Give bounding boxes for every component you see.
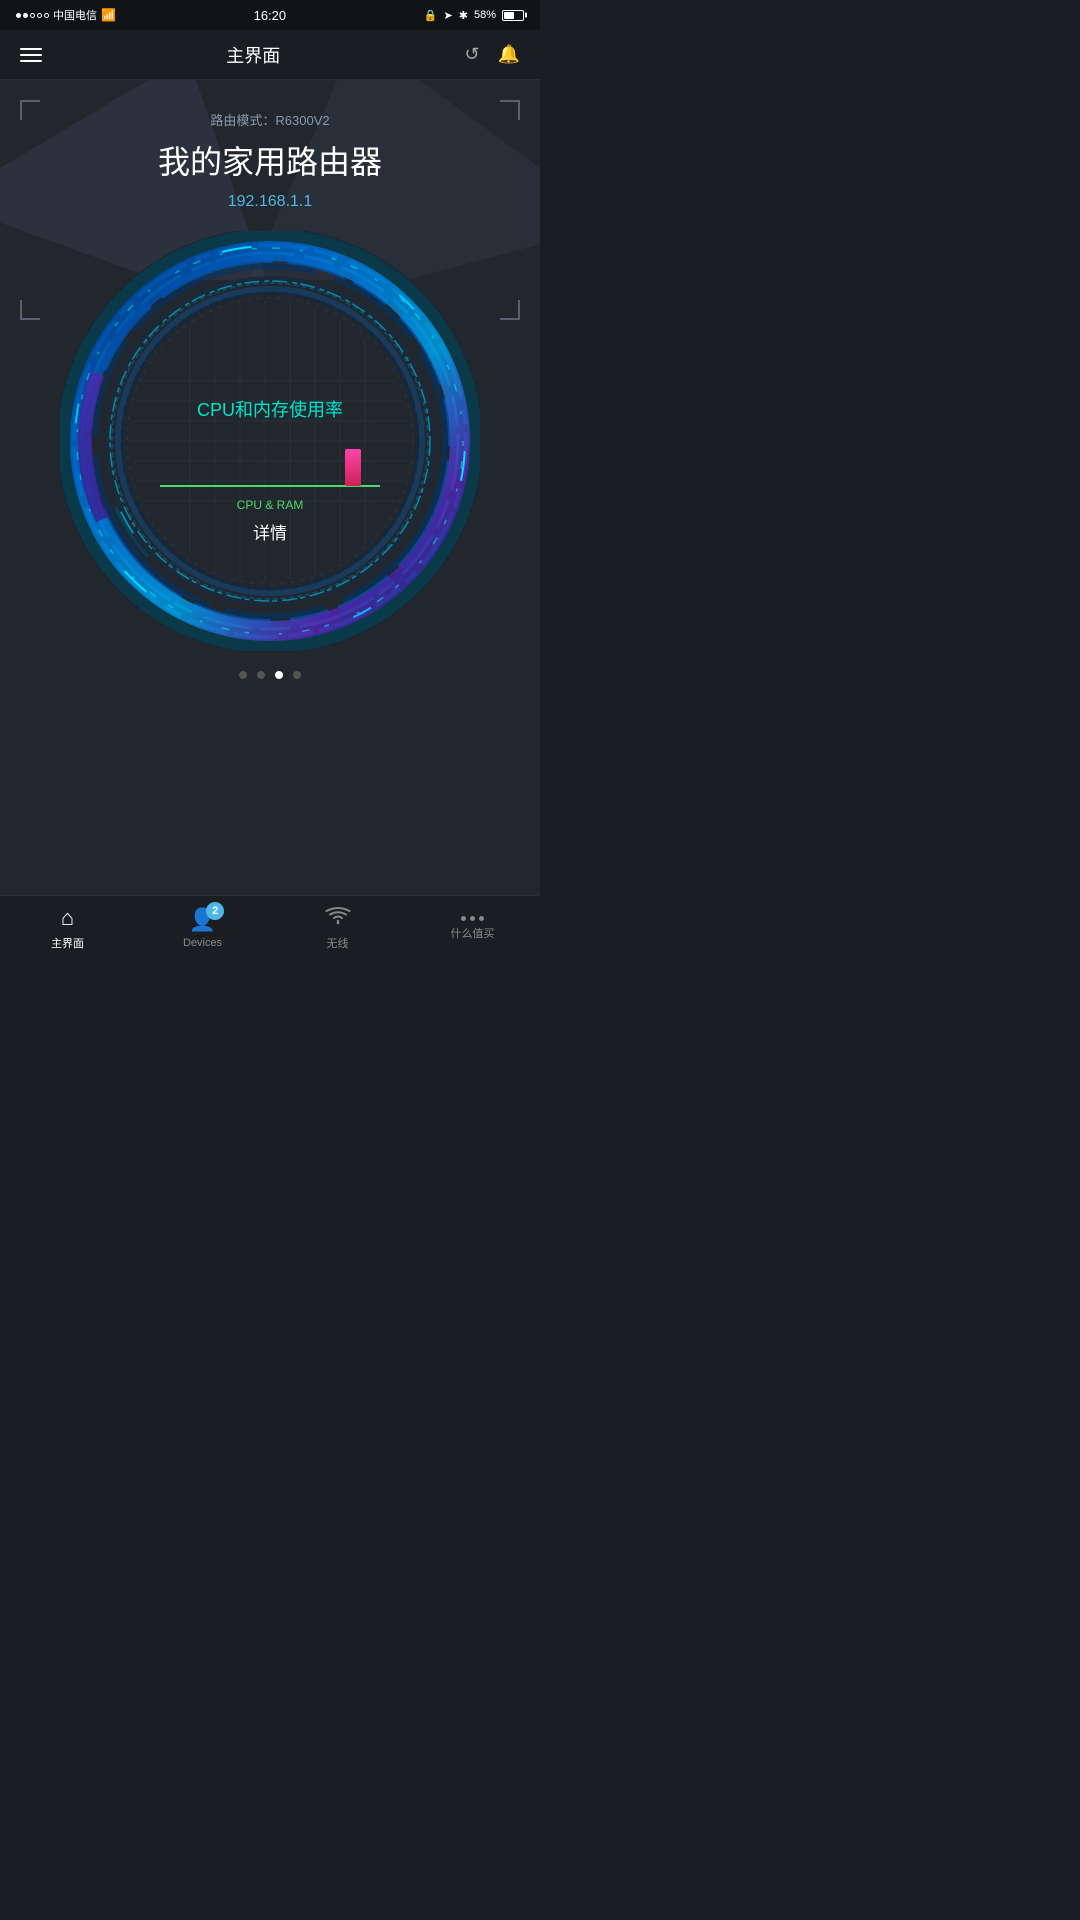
status-right: 🔒 ➤ ✱ 58% — [424, 9, 524, 22]
tab-wireless[interactable]: 无线 — [270, 905, 405, 951]
dot-1 — [16, 13, 21, 18]
tab-more-label: 什么值买 — [451, 925, 495, 941]
status-bar: 中国电信 📶 16:20 🔒 ➤ ✱ 58% — [0, 0, 540, 30]
status-time: 16:20 — [254, 8, 287, 23]
tab-home-label: 主界面 — [51, 935, 84, 951]
refresh-button[interactable]: ↺ — [464, 44, 479, 65]
dot-5 — [44, 13, 49, 18]
dot-2 — [23, 13, 28, 18]
page-dot-3[interactable] — [293, 671, 301, 679]
wifi-status-icon: 📶 — [101, 8, 116, 22]
svg-text:CPU和内存使用率: CPU和内存使用率 — [197, 400, 343, 420]
battery-percent: 58% — [474, 9, 496, 21]
more-dot-1 — [461, 916, 466, 921]
devices-badge: 2 — [206, 902, 224, 920]
page-dot-2-active[interactable] — [275, 671, 283, 679]
menu-line-2 — [20, 54, 42, 56]
location-icon: ➤ — [444, 9, 453, 22]
home-icon: ⌂ — [61, 905, 74, 931]
ring-gauge[interactable]: CPU和内存使用率 CPU & RAM 详情 — [60, 231, 480, 651]
router-ip: 192.168.1.1 — [0, 193, 540, 211]
dot-3 — [30, 13, 35, 18]
svg-text:CPU & RAM: CPU & RAM — [237, 498, 304, 512]
signal-dots — [16, 13, 49, 18]
battery-bar — [502, 10, 524, 21]
bracket-br — [500, 300, 520, 320]
svg-text:详情: 详情 — [253, 524, 287, 543]
more-dot-3 — [479, 916, 484, 921]
nav-bar: 主界面 ↺ 🔔 — [0, 30, 540, 80]
dot-4 — [37, 13, 42, 18]
bracket-bl — [20, 300, 40, 320]
page-dot-1[interactable] — [257, 671, 265, 679]
menu-line-3 — [20, 60, 42, 62]
tab-devices[interactable]: 👤 2 Devices — [135, 907, 270, 949]
tab-wireless-label: 无线 — [327, 935, 349, 951]
more-dot-2 — [470, 916, 475, 921]
nav-title: 主界面 — [226, 42, 280, 68]
battery-fill — [504, 12, 514, 19]
router-info: 路由模式：R6300V2 我的家用路由器 192.168.1.1 — [0, 80, 540, 211]
wireless-icon — [325, 905, 351, 931]
devices-badge-wrap: 👤 2 — [189, 907, 216, 933]
bluetooth-icon: ✱ — [459, 9, 468, 22]
nav-actions: ↺ 🔔 — [464, 44, 520, 65]
page-dots — [0, 651, 540, 689]
page-dot-0[interactable] — [239, 671, 247, 679]
tab-home[interactable]: ⌂ 主界面 — [0, 905, 135, 951]
main-content: 路由模式：R6300V2 我的家用路由器 192.168.1.1 — [0, 80, 540, 895]
tab-bar: ⌂ 主界面 👤 2 Devices 无线 什么值买 — [0, 895, 540, 960]
tab-devices-label: Devices — [183, 937, 222, 949]
router-mode: 路由模式：R6300V2 — [0, 110, 540, 129]
lock-icon: 🔒 — [424, 9, 438, 22]
more-icon — [461, 916, 484, 921]
menu-line-1 — [20, 48, 42, 50]
menu-button[interactable] — [20, 48, 42, 62]
notification-button[interactable]: 🔔 — [498, 44, 520, 65]
status-left: 中国电信 📶 — [16, 7, 116, 23]
router-name: 我的家用路由器 — [0, 137, 540, 183]
tab-more[interactable]: 什么值买 — [405, 916, 540, 941]
ring-svg: CPU和内存使用率 CPU & RAM 详情 — [60, 231, 480, 651]
carrier-label: 中国电信 — [53, 7, 97, 23]
